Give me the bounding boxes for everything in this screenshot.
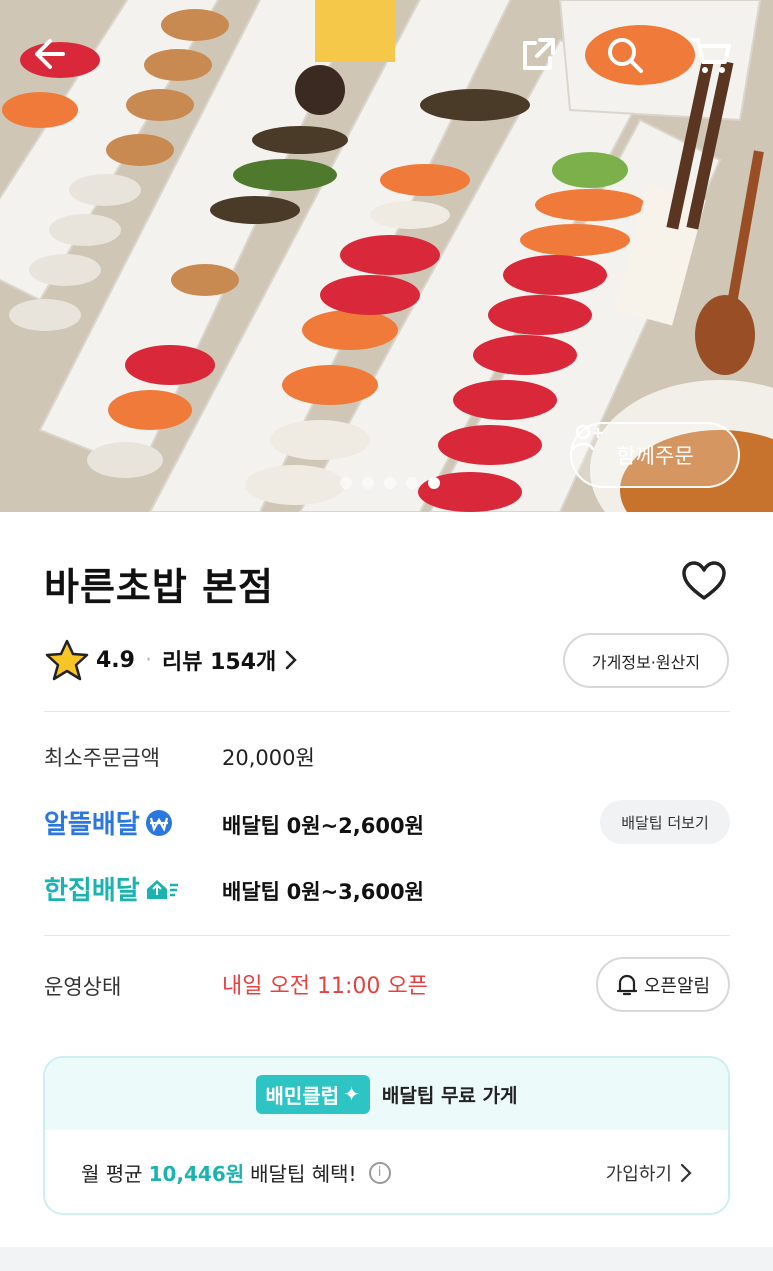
- search-icon: [608, 38, 643, 73]
- single-tip-prefix: 배달팁: [222, 880, 280, 904]
- chevron-right-icon: [286, 650, 298, 670]
- bell-icon: [616, 974, 637, 995]
- saver-tip-value: 0원~2,600원: [286, 814, 424, 838]
- divider: [44, 935, 730, 936]
- share-icon: [523, 38, 555, 70]
- store-info-button[interactable]: 가게정보·원산지: [563, 633, 729, 688]
- benefit-prefix: 월 평균: [81, 1162, 143, 1186]
- more-tips-button[interactable]: 배달팁 더보기: [600, 800, 730, 844]
- operation-label: 운영상태: [44, 975, 122, 999]
- single-delivery-tip: 배달팁 0원~3,600원: [222, 876, 424, 906]
- club-benefit-row[interactable]: 월 평균 10,446원 배달팁 혜택! i 가입하기: [45, 1130, 728, 1213]
- saver-delivery-brand: 알뜰배달: [44, 804, 174, 841]
- baemin-club-card: 배민클럽 ✦ 배달팁 무료 가게 월 평균 10,446원 배달팁 혜택! i …: [43, 1056, 730, 1215]
- operation-status: 내일 오전 11:00 오픈: [222, 974, 428, 999]
- cart-icon: [690, 38, 731, 73]
- carousel-indicator: [340, 477, 440, 489]
- house-speed-icon: [146, 879, 178, 899]
- benefit-amount: 10,446원: [148, 1162, 245, 1186]
- carousel-dot-active[interactable]: [428, 477, 440, 489]
- search-button[interactable]: [605, 35, 657, 87]
- saver-tip-prefix: 배달팁: [222, 814, 280, 838]
- single-delivery-brand: 한집배달: [44, 870, 180, 907]
- club-headline: 배달팁 무료 가게: [381, 1084, 518, 1107]
- min-order-label: 최소주문금액: [44, 746, 160, 770]
- together-order-label: 함께주문: [616, 444, 694, 468]
- heart-icon: [682, 561, 726, 600]
- join-button[interactable]: 가입하기: [606, 1160, 692, 1186]
- cart-button[interactable]: [690, 35, 742, 87]
- sparkle-icon: ✦: [343, 1082, 360, 1106]
- favorite-button[interactable]: [680, 558, 728, 606]
- single-delivery-label: 한집배달: [44, 876, 140, 906]
- single-tip-value: 0원~3,600원: [286, 880, 424, 904]
- separator-dot: ·: [144, 647, 152, 673]
- open-alarm-button[interactable]: 오픈알림: [596, 957, 730, 1012]
- saver-delivery-label: 알뜰배달: [44, 810, 140, 840]
- share-button[interactable]: [520, 35, 572, 87]
- carousel-dot[interactable]: [406, 477, 418, 489]
- back-arrow-icon: [35, 39, 65, 69]
- person-add-icon: [572, 424, 603, 451]
- open-alarm-label: 오픈알림: [643, 975, 711, 997]
- review-link[interactable]: 리뷰 154개: [162, 644, 298, 676]
- hero-image[interactable]: 함께주문: [0, 0, 773, 512]
- club-header: 배민클럽 ✦ 배달팁 무료 가게: [45, 1058, 728, 1130]
- saver-delivery-tip: 배달팁 0원~2,600원: [222, 810, 424, 840]
- back-button[interactable]: [30, 35, 82, 87]
- club-badge: 배민클럽 ✦: [255, 1074, 370, 1114]
- join-label: 가입하기: [605, 1163, 672, 1185]
- won-badge-icon: [145, 809, 172, 836]
- divider: [44, 711, 730, 712]
- carousel-dot[interactable]: [340, 477, 352, 489]
- min-order-value: 20,000원: [222, 746, 315, 770]
- review-count: 리뷰 154개: [161, 650, 277, 675]
- carousel-dot[interactable]: [384, 477, 396, 489]
- together-order-button[interactable]: 함께주문: [570, 422, 740, 488]
- section-separator: [0, 1247, 773, 1271]
- club-benefit: 월 평균 10,446원 배달팁 혜택! i: [81, 1158, 391, 1187]
- store-name: 바른초밥 본점: [44, 565, 274, 609]
- club-badge-label: 배민클럽: [265, 1083, 340, 1108]
- rating-row: 4.9 · 리뷰 154개: [44, 636, 298, 684]
- chevron-right-icon: [680, 1163, 692, 1182]
- info-icon[interactable]: i: [368, 1161, 391, 1184]
- carousel-dot[interactable]: [362, 477, 374, 489]
- benefit-suffix: 배달팁 혜택!: [250, 1162, 357, 1186]
- star-icon: [45, 639, 89, 681]
- rating-value: 4.9: [96, 647, 135, 673]
